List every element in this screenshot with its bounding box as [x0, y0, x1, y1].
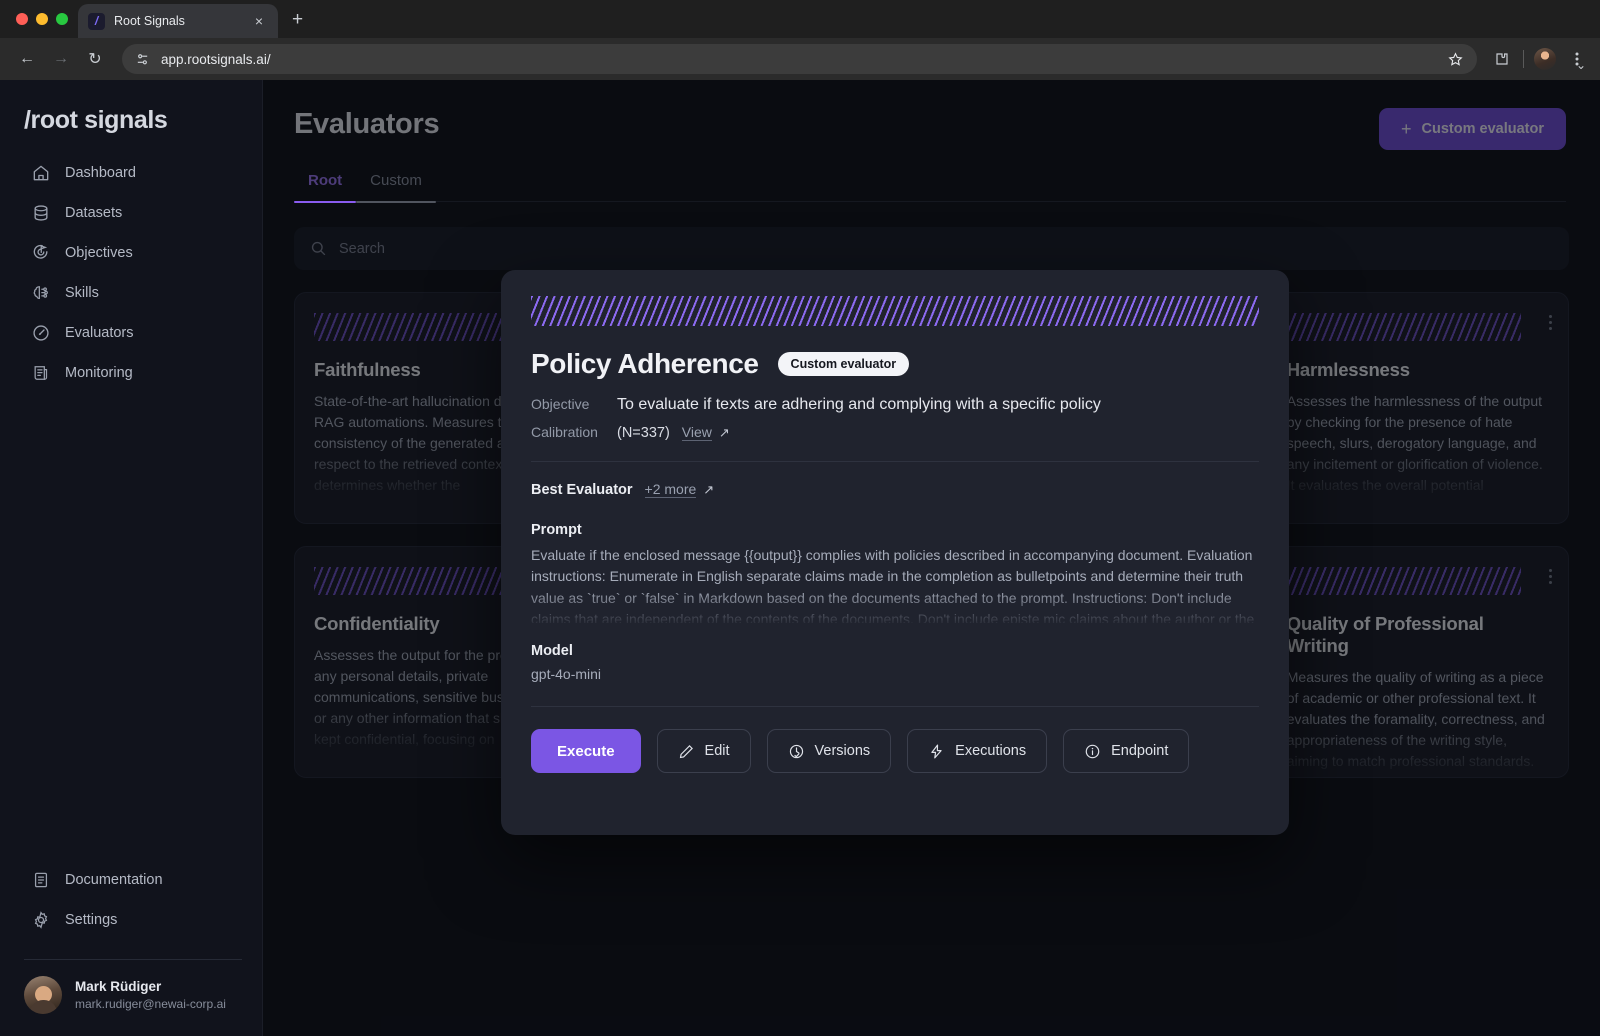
home-icon	[30, 162, 51, 183]
sidebar-item-objectives[interactable]: Objectives	[22, 235, 244, 270]
sidebar-item-skills[interactable]: Skills	[22, 275, 244, 310]
site-settings-icon[interactable]	[132, 49, 152, 69]
edit-button[interactable]: Edit	[657, 729, 751, 773]
slash-logo-icon: /	[88, 13, 105, 30]
minimize-window-button[interactable]	[36, 13, 48, 25]
objective-label: Objective	[531, 396, 617, 412]
user-email: mark.rudiger@newai-corp.ai	[75, 996, 226, 1012]
executions-button[interactable]: Executions	[907, 729, 1047, 773]
modal-divider-bottom	[531, 706, 1259, 707]
browser-toolbar: ← → ↻ app.rootsignals.ai/	[0, 38, 1600, 80]
external-link-icon[interactable]: ↗	[719, 425, 730, 441]
sidebar-item-label: Objectives	[65, 245, 133, 261]
new-tab-button[interactable]: +	[292, 9, 303, 31]
close-icon[interactable]: ×	[250, 14, 268, 28]
objective-row: Objective To evaluate if texts are adher…	[531, 396, 1259, 414]
execute-button[interactable]: Execute	[531, 729, 641, 773]
sidebar-item-label: Dashboard	[65, 165, 136, 181]
sidebar-item-dashboard[interactable]: Dashboard	[22, 155, 244, 190]
gauge-icon	[30, 322, 51, 343]
lightning-icon	[928, 743, 945, 760]
evaluator-detail-modal: Policy Adherence Custom evaluator Object…	[501, 270, 1289, 835]
sidebar-item-label: Skills	[65, 285, 99, 301]
browser-chrome: / Root Signals × + ⌄ ← → ↻ app.rootsigna…	[0, 0, 1600, 80]
forward-icon[interactable]: →	[46, 44, 76, 74]
sidebar-item-label: Monitoring	[65, 365, 133, 381]
database-icon	[30, 202, 51, 223]
toolbar-right	[1481, 48, 1588, 70]
best-evaluator-more-link[interactable]: +2 more	[645, 481, 697, 498]
model-label: Model	[531, 643, 1259, 659]
sidebar-spacer	[22, 390, 244, 862]
toolbar-divider	[1523, 50, 1524, 68]
prompt-label: Prompt	[531, 522, 1259, 538]
calibration-view-link[interactable]: View	[682, 424, 712, 441]
calibration-value: (N=337)	[617, 425, 670, 441]
user-profile[interactable]: Mark Rüdiger mark.rudiger@newai-corp.ai	[22, 960, 244, 1036]
best-evaluator-row: Best Evaluator +2 more ↗	[531, 481, 1259, 498]
gear-icon	[30, 909, 51, 930]
calibration-row: Calibration (N=337) View ↗	[531, 424, 1259, 441]
profile-avatar[interactable]	[1534, 48, 1556, 70]
document-list-icon	[30, 362, 51, 383]
versions-label: Versions	[815, 743, 871, 759]
sidebar-item-datasets[interactable]: Datasets	[22, 195, 244, 230]
sidebar-item-settings[interactable]: Settings	[22, 902, 244, 937]
modal-meta: Objective To evaluate if texts are adher…	[531, 396, 1259, 441]
best-evaluator-label: Best Evaluator	[531, 482, 633, 498]
tab-strip: / Root Signals × + ⌄	[0, 0, 1600, 38]
sidebar: /root signals Dashboard Datasets	[0, 80, 263, 1036]
chevron-down-icon[interactable]: ⌄	[1576, 58, 1586, 72]
brain-icon	[30, 282, 51, 303]
tab-title: Root Signals	[114, 14, 241, 28]
edit-label: Edit	[705, 743, 730, 759]
sidebar-item-label: Evaluators	[65, 325, 134, 341]
reload-icon[interactable]: ↻	[80, 44, 110, 74]
close-window-button[interactable]	[16, 13, 28, 25]
browser-tab[interactable]: / Root Signals ×	[78, 4, 278, 38]
objective-value: To evaluate if texts are adhering and co…	[617, 396, 1101, 414]
back-icon[interactable]: ←	[12, 44, 42, 74]
prompt-text: Evaluate if the enclosed message {{outpu…	[531, 545, 1259, 623]
user-name: Mark Rüdiger	[75, 978, 226, 996]
sidebar-item-documentation[interactable]: Documentation	[22, 862, 244, 897]
avatar	[24, 976, 62, 1014]
sidebar-item-monitoring[interactable]: Monitoring	[22, 355, 244, 390]
book-icon	[30, 869, 51, 890]
extensions-icon[interactable]	[1491, 48, 1513, 70]
clock-check-icon	[788, 743, 805, 760]
url-text: app.rootsignals.ai/	[161, 52, 1439, 67]
info-circle-icon	[1084, 743, 1101, 760]
status-badge: Custom evaluator	[778, 352, 910, 376]
modal-title: Policy Adherence	[531, 348, 759, 380]
modal-actions: Execute Edit Versions	[531, 729, 1259, 773]
app-shell: /root signals Dashboard Datasets	[0, 80, 1600, 1036]
modal-header: Policy Adherence Custom evaluator	[531, 348, 1259, 380]
external-link-icon[interactable]: ↗	[703, 482, 714, 498]
sidebar-bottom-nav: Documentation Settings	[22, 862, 244, 945]
endpoint-button[interactable]: Endpoint	[1063, 729, 1189, 773]
pencil-icon	[678, 743, 695, 760]
modal-divider	[531, 461, 1259, 462]
bookmark-star-icon[interactable]	[1448, 52, 1463, 67]
model-value: gpt-4o-mini	[531, 666, 1259, 682]
executions-label: Executions	[955, 743, 1026, 759]
maximize-window-button[interactable]	[56, 13, 68, 25]
sidebar-item-evaluators[interactable]: Evaluators	[22, 315, 244, 350]
brand-logo[interactable]: /root signals	[24, 106, 244, 135]
sidebar-nav: Dashboard Datasets Objectives	[22, 155, 244, 390]
target-flag-icon	[30, 242, 51, 263]
window-controls[interactable]	[12, 0, 78, 38]
sidebar-item-label: Datasets	[65, 205, 122, 221]
modal-hatch-decoration	[531, 296, 1259, 326]
versions-button[interactable]: Versions	[767, 729, 892, 773]
sidebar-item-label: Documentation	[65, 872, 163, 888]
endpoint-label: Endpoint	[1111, 743, 1168, 759]
calibration-label: Calibration	[531, 424, 617, 440]
main-content: Evaluators + Custom evaluator Root Custo…	[263, 80, 1600, 1036]
sidebar-item-label: Settings	[65, 912, 117, 928]
address-bar[interactable]: app.rootsignals.ai/	[122, 44, 1477, 74]
